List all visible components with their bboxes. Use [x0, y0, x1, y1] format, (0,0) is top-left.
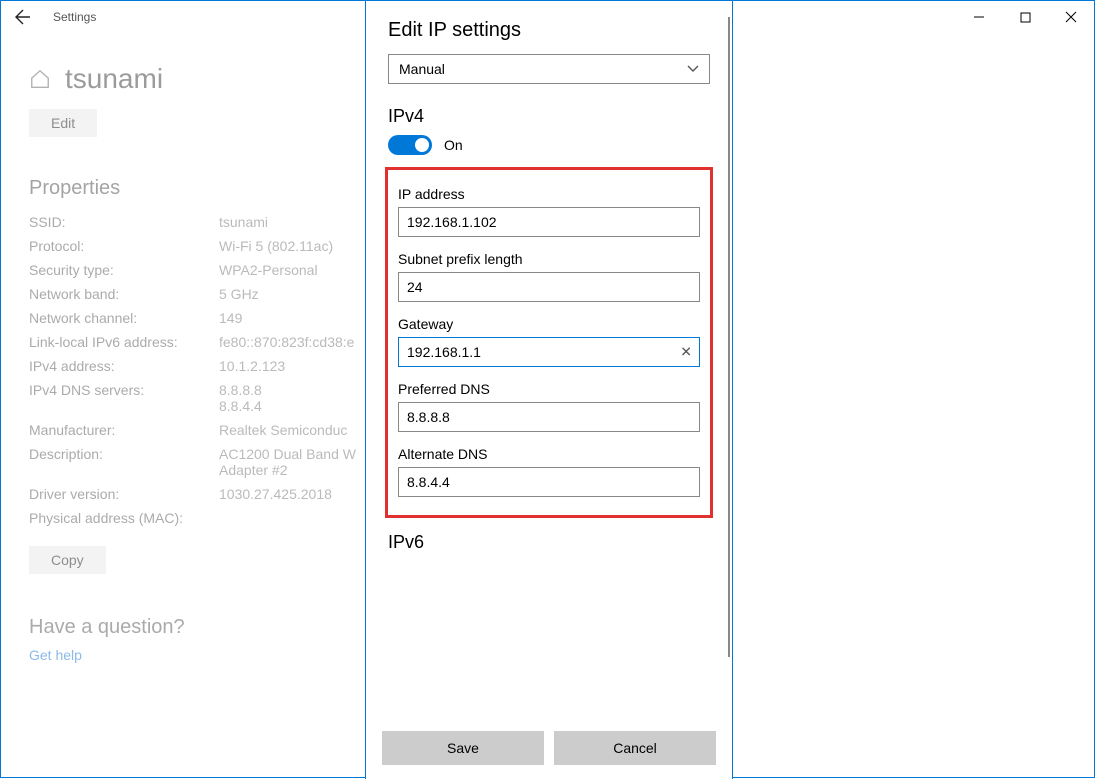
property-label: Link-local IPv6 address: — [29, 334, 219, 350]
cancel-button[interactable]: Cancel — [554, 731, 716, 765]
property-value: 8.8.8.8 8.8.4.4 — [219, 382, 262, 414]
alternate-dns-input[interactable] — [398, 467, 700, 497]
property-label: Driver version: — [29, 486, 219, 502]
subnet-input[interactable] — [398, 272, 700, 302]
ipv4-toggle-label: On — [444, 137, 463, 153]
gateway-label: Gateway — [398, 316, 700, 332]
property-value: Wi-Fi 5 (802.11ac) — [219, 238, 333, 254]
property-value: 1030.27.425.2018 — [219, 486, 332, 502]
property-value: fe80::870:823f:cd38:e — [219, 334, 354, 350]
ip-address-input[interactable] — [398, 207, 700, 237]
property-label: Description: — [29, 446, 219, 478]
property-label: IPv4 DNS servers: — [29, 382, 219, 414]
ipv4-toggle[interactable] — [388, 135, 432, 155]
subnet-label: Subnet prefix length — [398, 251, 700, 267]
save-button[interactable]: Save — [382, 731, 544, 765]
copy-button[interactable]: Copy — [29, 546, 106, 574]
ipv4-heading: IPv4 — [388, 106, 710, 127]
property-value: tsunami — [219, 214, 268, 230]
close-button[interactable] — [1048, 1, 1094, 33]
preferred-dns-input[interactable] — [398, 402, 700, 432]
highlight-annotation: IP address Subnet prefix length Gateway … — [385, 167, 713, 518]
preferred-dns-label: Preferred DNS — [398, 381, 700, 397]
property-label: Protocol: — [29, 238, 219, 254]
dialog-title: Edit IP settings — [388, 19, 710, 42]
edit-ip-settings-dialog: Edit IP settings Manual IPv4 On IP addre… — [365, 1, 733, 779]
property-value: Realtek Semiconduc — [219, 422, 347, 438]
dialog-footer: Save Cancel — [366, 725, 732, 779]
ip-address-label: IP address — [398, 186, 700, 202]
property-value: 5 GHz — [219, 286, 259, 302]
close-icon — [1065, 11, 1077, 23]
window-controls — [956, 1, 1094, 33]
edit-button[interactable]: Edit — [29, 109, 97, 137]
property-label: Manufacturer: — [29, 422, 219, 438]
window-title: Settings — [53, 10, 96, 24]
property-label: IPv4 address: — [29, 358, 219, 374]
back-button[interactable] — [9, 3, 37, 31]
ip-mode-selected: Manual — [399, 61, 445, 77]
home-icon — [29, 68, 51, 90]
property-label: Physical address (MAC): — [29, 510, 219, 526]
back-arrow-icon — [15, 9, 31, 25]
chevron-down-icon — [687, 62, 699, 76]
ipv6-heading: IPv6 — [388, 532, 710, 553]
minimize-icon — [973, 11, 985, 23]
property-label: SSID: — [29, 214, 219, 230]
alternate-dns-label: Alternate DNS — [398, 446, 700, 462]
maximize-icon — [1020, 12, 1031, 23]
property-value: AC1200 Dual Band W Adapter #2 — [219, 446, 356, 478]
maximize-button[interactable] — [1002, 1, 1048, 33]
modal-scrollbar[interactable] — [726, 17, 732, 725]
property-label: Security type: — [29, 262, 219, 278]
property-value: 149 — [219, 310, 242, 326]
minimize-button[interactable] — [956, 1, 1002, 33]
clear-input-icon[interactable]: ✕ — [680, 344, 692, 361]
gateway-input[interactable] — [398, 337, 700, 367]
property-label: Network channel: — [29, 310, 219, 326]
property-label: Network band: — [29, 286, 219, 302]
property-value: 10.1.2.123 — [219, 358, 285, 374]
ip-mode-select[interactable]: Manual — [388, 54, 710, 84]
page-title: tsunami — [65, 63, 163, 95]
property-value: WPA2-Personal — [219, 262, 318, 278]
